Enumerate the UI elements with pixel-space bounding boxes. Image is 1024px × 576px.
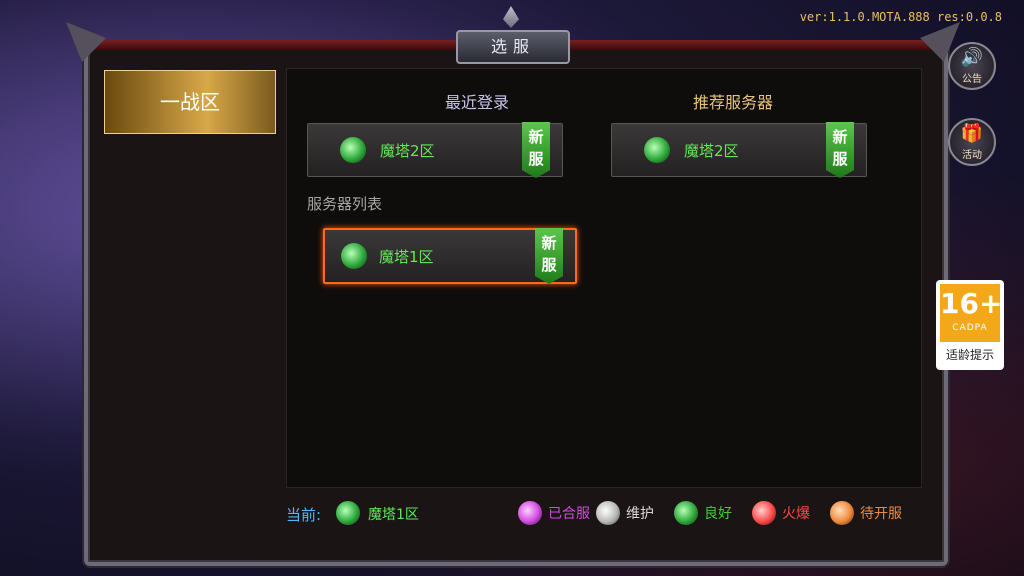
zone-tab-1[interactable]: 一战区 <box>104 70 276 134</box>
server-panel: 最近登录 推荐服务器 魔塔2区 新服 魔塔2区 新服 服务器列表 魔塔1区 新服 <box>286 68 922 488</box>
recommended-heading: 推荐服务器 <box>693 93 774 112</box>
activity-label: 活动 <box>962 150 982 161</box>
age-rating-caption: 适龄提示 <box>945 348 994 362</box>
dragon-icon <box>341 243 367 269</box>
legend-label: 火爆 <box>782 506 810 522</box>
age-rating-number: 16+ CADPA <box>940 284 1003 342</box>
recent-login-heading: 最近登录 <box>445 93 510 112</box>
legend-label: 良好 <box>704 506 732 522</box>
dragon-icon <box>518 501 542 525</box>
legend-good: 良好 <box>674 501 732 525</box>
age-number: 16+ <box>940 287 1003 320</box>
legend-label: 维护 <box>626 506 654 522</box>
current-server-name: 魔塔1区 <box>368 507 419 523</box>
new-server-badge: 新服 <box>522 122 550 178</box>
server-list-heading: 服务器列表 <box>307 195 383 213</box>
age-org: CADPA <box>952 323 988 333</box>
status-bar: 当前: 魔塔1区 已合服 维护 良好 火爆 待开服 <box>286 496 920 532</box>
legend-hot: 火爆 <box>752 501 810 525</box>
zone-sidebar: 一战区 <box>100 66 278 486</box>
legend-label: 待开服 <box>860 506 902 522</box>
dragon-icon <box>336 501 360 525</box>
server-name: 魔塔2区 <box>684 142 739 160</box>
legend-upcoming: 待开服 <box>830 501 902 525</box>
new-server-badge: 新服 <box>826 122 854 178</box>
recent-server-button[interactable]: 魔塔2区 新服 <box>307 122 563 178</box>
recommended-server-button[interactable]: 魔塔2区 新服 <box>611 122 867 178</box>
speaker-icon: 🔊 <box>960 47 984 68</box>
legend-merged: 已合服 <box>518 501 590 525</box>
announcement-button[interactable]: 🔊 公告 <box>948 42 996 90</box>
activity-button[interactable]: 🎁 活动 <box>948 118 996 166</box>
dragon-icon <box>752 501 776 525</box>
gift-icon: 🎁 <box>960 123 984 144</box>
dragon-icon <box>830 501 854 525</box>
server-list-item[interactable]: 魔塔1区 新服 <box>323 228 577 284</box>
version-label: ver:1.1.0.MOTA.888 res:0.0.8 <box>799 10 1002 24</box>
age-rating-badge: 16+ CADPA 适龄提示 <box>936 280 1004 370</box>
legend-label: 已合服 <box>548 506 590 522</box>
announcement-label: 公告 <box>962 74 982 85</box>
dragon-icon <box>674 501 698 525</box>
dragon-icon <box>644 137 670 163</box>
new-server-badge: 新服 <box>535 228 563 284</box>
server-name: 魔塔2区 <box>380 142 435 160</box>
current-label: 当前: <box>286 506 322 524</box>
dragon-icon <box>340 137 366 163</box>
dragon-icon <box>596 501 620 525</box>
page-title: 选服 <box>456 30 570 64</box>
legend-maintenance: 维护 <box>596 501 654 525</box>
server-name: 魔塔1区 <box>379 248 434 266</box>
